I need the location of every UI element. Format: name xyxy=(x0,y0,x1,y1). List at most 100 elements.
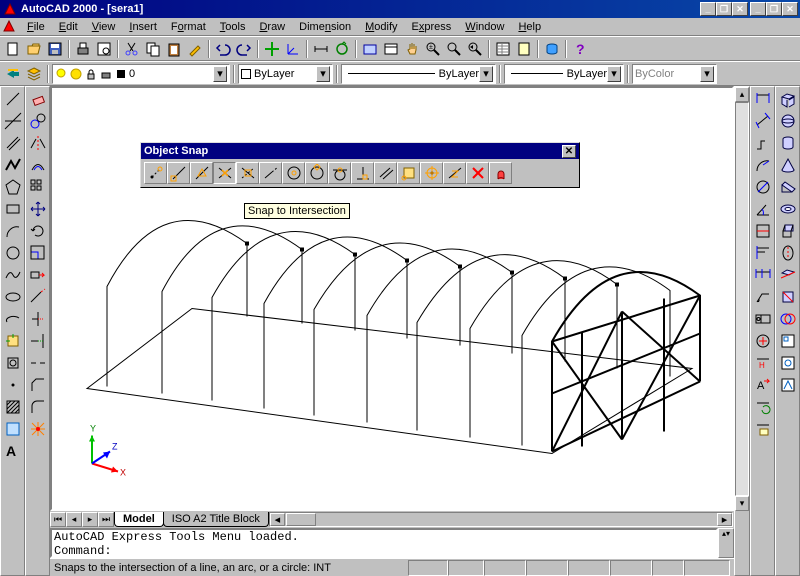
extend-button[interactable] xyxy=(27,330,49,352)
extrude-button[interactable] xyxy=(777,220,799,242)
dist-button[interactable] xyxy=(311,39,331,59)
dropdown-icon[interactable]: ▾ xyxy=(479,66,493,82)
dropdown-icon[interactable]: ▾ xyxy=(316,66,330,82)
ellipse-arc-button[interactable] xyxy=(2,308,24,330)
print-button[interactable] xyxy=(73,39,93,59)
stretch-button[interactable] xyxy=(27,264,49,286)
command-window[interactable]: AutoCAD Express Tools Menu loaded. Comma… xyxy=(50,528,718,558)
menu-help[interactable]: Help xyxy=(511,20,548,34)
menu-express[interactable]: Express xyxy=(405,20,459,34)
scale-button[interactable] xyxy=(27,242,49,264)
canvas-vscrollbar[interactable]: ▴ ▾ xyxy=(734,86,750,576)
snap-quadrant-button[interactable] xyxy=(305,162,328,184)
zoom-prev-button[interactable] xyxy=(465,39,485,59)
zoom-realtime-button[interactable]: ± xyxy=(423,39,443,59)
dimtedit-button[interactable]: A xyxy=(752,374,774,396)
menu-modify[interactable]: Modify xyxy=(358,20,404,34)
menu-window[interactable]: Window xyxy=(458,20,511,34)
circle-button[interactable] xyxy=(2,242,24,264)
dim-aligned-button[interactable] xyxy=(752,110,774,132)
dim-diameter-button[interactable] xyxy=(752,176,774,198)
menu-view[interactable]: View xyxy=(85,20,123,34)
torus-button[interactable] xyxy=(777,198,799,220)
save-button[interactable] xyxy=(45,39,65,59)
dim-baseline-button[interactable] xyxy=(752,242,774,264)
snap-node-button[interactable] xyxy=(420,162,443,184)
setup-view-button[interactable] xyxy=(777,352,799,374)
dropdown-icon[interactable]: ▾ xyxy=(213,66,227,82)
lineweight-combo[interactable]: ByLayer ▾ xyxy=(504,64,624,84)
mdi-maximize-button[interactable]: ❐ xyxy=(716,2,732,16)
cut-button[interactable] xyxy=(122,39,142,59)
qleader-button[interactable] xyxy=(752,286,774,308)
offset-button[interactable] xyxy=(27,154,49,176)
paste-button[interactable] xyxy=(164,39,184,59)
break-button[interactable] xyxy=(27,352,49,374)
properties-button[interactable] xyxy=(493,39,513,59)
osnap-titlebar[interactable]: Object Snap ✕ xyxy=(141,143,579,159)
fillet-button[interactable] xyxy=(27,396,49,418)
cone-button[interactable] xyxy=(777,154,799,176)
line-button[interactable] xyxy=(2,88,24,110)
linetype-combo[interactable]: ByLayer ▾ xyxy=(341,64,496,84)
minimize-button[interactable]: _ xyxy=(750,2,766,16)
rotate-button[interactable] xyxy=(27,220,49,242)
named-views-button[interactable] xyxy=(381,39,401,59)
tab-layout[interactable]: ISO A2 Title Block xyxy=(163,512,269,527)
layer-prev-button[interactable] xyxy=(3,64,23,84)
mdi-minimize-button[interactable]: _ xyxy=(700,2,716,16)
section-button[interactable] xyxy=(777,286,799,308)
snap-center-button[interactable] xyxy=(282,162,305,184)
menu-insert[interactable]: Insert xyxy=(122,20,164,34)
snap-apparent-button[interactable] xyxy=(236,162,259,184)
chamfer-button[interactable] xyxy=(27,374,49,396)
setup-profile-button[interactable] xyxy=(777,374,799,396)
spline-button[interactable] xyxy=(2,264,24,286)
dimstyle-button[interactable] xyxy=(752,418,774,440)
osnap-close-button[interactable]: ✕ xyxy=(562,145,576,158)
arc-button[interactable] xyxy=(2,220,24,242)
dim-linear-button[interactable] xyxy=(752,88,774,110)
dim-update-button[interactable] xyxy=(752,396,774,418)
tab-first-button[interactable]: ⏮ xyxy=(50,512,66,527)
menu-dimension[interactable]: Dimension xyxy=(292,20,358,34)
new-button[interactable] xyxy=(3,39,23,59)
aerial-button[interactable] xyxy=(360,39,380,59)
color-combo[interactable]: ByLayer ▾ xyxy=(238,64,333,84)
dim-radius-button[interactable] xyxy=(752,154,774,176)
menu-edit[interactable]: Edit xyxy=(52,20,85,34)
match-prop-button[interactable] xyxy=(185,39,205,59)
mdi-close-button[interactable]: ✕ xyxy=(732,2,748,16)
layer-combo[interactable]: 0 ▾ xyxy=(52,64,230,84)
snap-parallel-button[interactable] xyxy=(374,162,397,184)
dim-angular-button[interactable] xyxy=(752,198,774,220)
dbconnect-button[interactable] xyxy=(514,39,534,59)
make-block-button[interactable] xyxy=(2,352,24,374)
dimedit-button[interactable]: H xyxy=(752,352,774,374)
tab-next-button[interactable]: ▸ xyxy=(82,512,98,527)
sphere-button[interactable] xyxy=(777,110,799,132)
osnap-flyout-button[interactable] xyxy=(262,39,282,59)
menu-draw[interactable]: Draw xyxy=(252,20,292,34)
trim-button[interactable] xyxy=(27,308,49,330)
undo-button[interactable] xyxy=(213,39,233,59)
cylinder-button[interactable] xyxy=(777,132,799,154)
scroll-thumb[interactable] xyxy=(286,513,316,526)
snap-intersection-button[interactable] xyxy=(213,162,236,184)
move-button[interactable] xyxy=(27,198,49,220)
menu-format[interactable]: Format xyxy=(164,20,213,34)
copy-button[interactable] xyxy=(143,39,163,59)
setup-drawing-button[interactable] xyxy=(777,330,799,352)
interfere-button[interactable] xyxy=(777,308,799,330)
copy-obj-button[interactable] xyxy=(27,110,49,132)
open-button[interactable] xyxy=(24,39,44,59)
pan-button[interactable] xyxy=(402,39,422,59)
snap-extension-button[interactable] xyxy=(259,162,282,184)
snap-tangent-button[interactable] xyxy=(328,162,351,184)
redraw-button[interactable] xyxy=(332,39,352,59)
layers-button[interactable] xyxy=(24,64,44,84)
tolerance-button[interactable] xyxy=(752,308,774,330)
help-button[interactable]: ? xyxy=(570,39,590,59)
snap-perpendicular-button[interactable] xyxy=(351,162,374,184)
revolve-button[interactable] xyxy=(777,242,799,264)
